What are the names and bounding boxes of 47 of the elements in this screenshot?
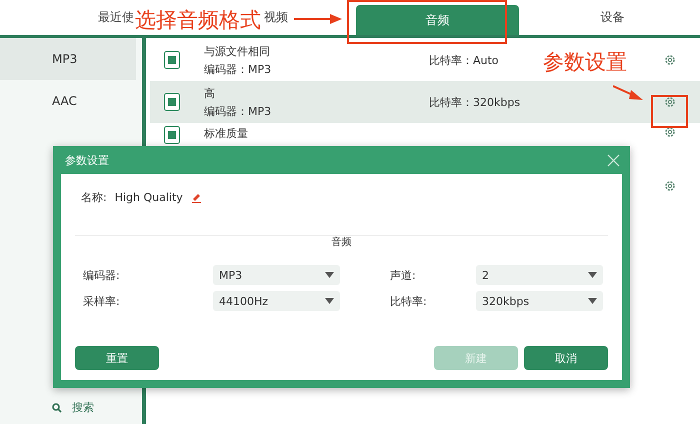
field-label: 声道: xyxy=(389,268,416,282)
tab[interactable]: 最近使 xyxy=(98,9,134,26)
file-icon xyxy=(164,51,180,69)
dialog-button[interactable]: 取消 xyxy=(524,346,608,370)
preset-name: 高 xyxy=(204,86,216,100)
bitrate-text: 比特率：Auto xyxy=(429,52,499,68)
settings-icon[interactable] xyxy=(664,54,676,66)
dialog-title: 参数设置 xyxy=(65,152,109,168)
field-label: 编码器: xyxy=(83,268,120,282)
format-item[interactable]: MP3 xyxy=(0,38,136,80)
preset-name: 与源文件相同 xyxy=(204,44,271,58)
tab[interactable]: 视频 xyxy=(264,9,288,26)
close-icon[interactable] xyxy=(607,154,620,166)
caret-icon xyxy=(588,272,597,278)
format-item[interactable]: AAC xyxy=(0,80,136,122)
highlight-frame xyxy=(651,95,688,128)
search-field[interactable]: 搜索 xyxy=(0,395,142,420)
settings-icon[interactable] xyxy=(664,126,676,138)
annotation-text: 选择音频格式 xyxy=(135,7,261,34)
caret-icon xyxy=(588,298,597,304)
annotation-text: 参数设置 xyxy=(543,49,627,76)
name-label: 名称: xyxy=(81,190,107,205)
encoder-text: 编码器：MP3 xyxy=(204,104,272,118)
annotation-arrow xyxy=(294,14,342,24)
encoder-text: 编码器：MP3 xyxy=(204,62,272,76)
search-input[interactable]: 搜索 xyxy=(72,401,132,414)
dialog-button[interactable]: 重置 xyxy=(75,346,159,370)
dropdown[interactable]: 320kbps xyxy=(476,291,603,311)
dropdown[interactable]: 44100Hz xyxy=(213,291,340,311)
bitrate-text: 比特率：320kbps xyxy=(429,94,520,110)
settings-icon[interactable] xyxy=(664,180,676,192)
file-icon xyxy=(164,126,180,144)
name-value: High Quality xyxy=(114,191,183,204)
tab[interactable]: 设备 xyxy=(600,9,624,26)
file-icon xyxy=(164,93,180,111)
field-label: 采样率: xyxy=(83,294,120,308)
dropdown[interactable]: MP3 xyxy=(213,265,340,285)
field-label: 比特率: xyxy=(389,294,427,308)
tab[interactable]: 音频 xyxy=(356,5,519,35)
settings-icon[interactable] xyxy=(664,96,676,108)
caret-icon xyxy=(325,272,334,278)
preset-name: 标准质量 xyxy=(204,126,249,141)
dropdown[interactable]: 2 xyxy=(476,265,603,285)
search-icon xyxy=(52,402,62,412)
caret-icon xyxy=(325,298,334,304)
edit-icon[interactable] xyxy=(190,192,202,203)
annotation-arrow xyxy=(613,85,643,101)
